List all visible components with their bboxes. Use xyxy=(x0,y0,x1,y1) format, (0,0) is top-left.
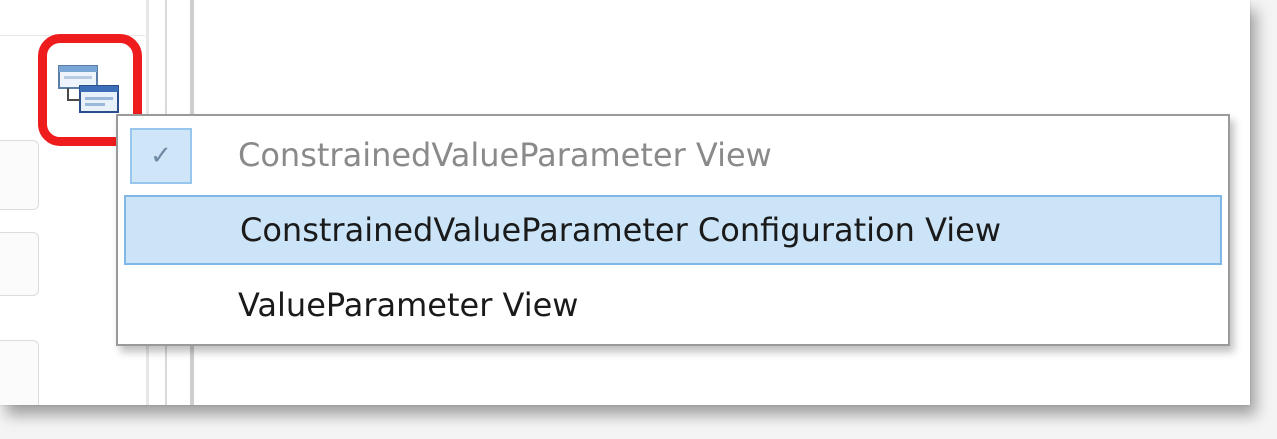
menu-item-label: ValueParameter View xyxy=(238,286,579,324)
menu-item-label: ConstrainedValueParameter View xyxy=(238,136,772,174)
input-box[interactable] xyxy=(0,340,39,405)
window-switch-icon[interactable] xyxy=(58,60,122,118)
check-icon: ✓ xyxy=(130,128,192,184)
screenshot-frame: ✓ ConstrainedValueParameter View Constra… xyxy=(0,0,1250,405)
input-box[interactable] xyxy=(0,140,39,210)
input-box[interactable] xyxy=(0,232,39,296)
menu-item-value-parameter-view[interactable]: ValueParameter View xyxy=(124,270,1222,340)
divider xyxy=(0,35,145,36)
check-glyph: ✓ xyxy=(150,141,172,171)
menu-item-label: ConstrainedValueParameter Configuration … xyxy=(240,211,1002,249)
view-context-menu: ✓ ConstrainedValueParameter View Constra… xyxy=(116,114,1230,346)
menu-item-constrained-value-parameter-view[interactable]: ✓ ConstrainedValueParameter View xyxy=(124,120,1222,190)
menu-item-constrained-value-parameter-configuration-view[interactable]: ConstrainedValueParameter Configuration … xyxy=(124,195,1222,265)
